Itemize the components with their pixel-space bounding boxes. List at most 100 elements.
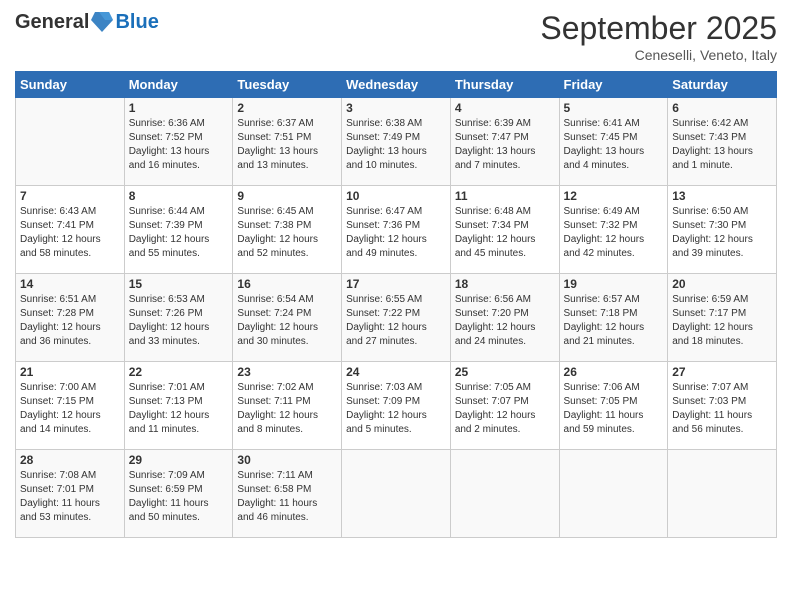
calendar-cell: 21 Sunrise: 7:00 AM Sunset: 7:15 PM Dayli… — [16, 362, 125, 450]
day-info: Sunrise: 6:41 AM Sunset: 7:45 PM Dayligh… — [564, 117, 664, 173]
calendar-cell: 28 Sunrise: 7:08 AM Sunset: 7:01 PM Dayli… — [16, 450, 125, 538]
day-number: 5 — [564, 101, 664, 115]
calendar-header-cell: Saturday — [668, 72, 777, 98]
calendar-cell — [450, 450, 559, 538]
logo: General Blue — [15, 10, 159, 34]
day-number: 14 — [20, 277, 120, 291]
calendar-cell: 5 Sunrise: 6:41 AM Sunset: 7:45 PM Daylig… — [559, 98, 668, 186]
day-number: 8 — [129, 189, 229, 203]
calendar-cell: 15 Sunrise: 6:53 AM Sunset: 7:26 PM Dayli… — [124, 274, 233, 362]
day-number: 18 — [455, 277, 555, 291]
calendar-week-row: 1 Sunrise: 6:36 AM Sunset: 7:52 PM Daylig… — [16, 98, 777, 186]
calendar-cell: 9 Sunrise: 6:45 AM Sunset: 7:38 PM Daylig… — [233, 186, 342, 274]
day-number: 9 — [237, 189, 337, 203]
calendar-cell — [342, 450, 451, 538]
calendar-cell: 24 Sunrise: 7:03 AM Sunset: 7:09 PM Dayli… — [342, 362, 451, 450]
day-info: Sunrise: 7:00 AM Sunset: 7:15 PM Dayligh… — [20, 381, 120, 437]
day-number: 27 — [672, 365, 772, 379]
day-info: Sunrise: 6:57 AM Sunset: 7:18 PM Dayligh… — [564, 293, 664, 349]
calendar-cell: 30 Sunrise: 7:11 AM Sunset: 6:58 PM Dayli… — [233, 450, 342, 538]
calendar-cell: 2Sunrise: 6:37 AM Sunset: 7:51 PM Daylig… — [233, 98, 342, 186]
page: General Blue September 2025 Ceneselli, V… — [0, 0, 792, 612]
calendar-header-cell: Wednesday — [342, 72, 451, 98]
location: Ceneselli, Veneto, Italy — [540, 47, 777, 63]
day-number: 6 — [672, 101, 772, 115]
calendar-cell: 14 Sunrise: 6:51 AM Sunset: 7:28 PM Dayli… — [16, 274, 125, 362]
day-info: Sunrise: 7:02 AM Sunset: 7:11 PM Dayligh… — [237, 381, 337, 437]
calendar-cell: 22Sunrise: 7:01 AM Sunset: 7:13 PM Dayli… — [124, 362, 233, 450]
day-info: Sunrise: 6:49 AM Sunset: 7:32 PM Dayligh… — [564, 205, 664, 261]
day-number: 17 — [346, 277, 446, 291]
day-number: 15 — [129, 277, 229, 291]
day-info: Sunrise: 6:50 AM Sunset: 7:30 PM Dayligh… — [672, 205, 772, 261]
day-number: 1 — [129, 101, 229, 115]
day-number: 4 — [455, 101, 555, 115]
calendar-header-cell: Friday — [559, 72, 668, 98]
calendar-cell: 1 Sunrise: 6:36 AM Sunset: 7:52 PM Daylig… — [124, 98, 233, 186]
day-number: 12 — [564, 189, 664, 203]
calendar-header-cell: Monday — [124, 72, 233, 98]
calendar-cell: 17 Sunrise: 6:55 AM Sunset: 7:22 PM Dayli… — [342, 274, 451, 362]
logo-general: General — [15, 11, 89, 34]
calendar-cell: 23 Sunrise: 7:02 AM Sunset: 7:11 PM Dayli… — [233, 362, 342, 450]
day-info: Sunrise: 6:51 AM Sunset: 7:28 PM Dayligh… — [20, 293, 120, 349]
day-info: Sunrise: 6:56 AM Sunset: 7:20 PM Dayligh… — [455, 293, 555, 349]
calendar-cell: 19Sunrise: 6:57 AM Sunset: 7:18 PM Dayli… — [559, 274, 668, 362]
calendar-table: SundayMondayTuesdayWednesdayThursdayFrid… — [15, 71, 777, 538]
day-number: 23 — [237, 365, 337, 379]
day-number: 25 — [455, 365, 555, 379]
calendar-cell: 27 Sunrise: 7:07 AM Sunset: 7:03 PM Dayli… — [668, 362, 777, 450]
calendar-header-row: SundayMondayTuesdayWednesdayThursdayFrid… — [16, 72, 777, 98]
day-info: Sunrise: 7:06 AM Sunset: 7:05 PM Dayligh… — [564, 381, 664, 437]
day-number: 24 — [346, 365, 446, 379]
day-number: 26 — [564, 365, 664, 379]
calendar-cell: 10 Sunrise: 6:47 AM Sunset: 7:36 PM Dayli… — [342, 186, 451, 274]
day-info: Sunrise: 6:53 AM Sunset: 7:26 PM Dayligh… — [129, 293, 229, 349]
calendar-cell: 12 Sunrise: 6:49 AM Sunset: 7:32 PM Dayli… — [559, 186, 668, 274]
day-info: Sunrise: 6:45 AM Sunset: 7:38 PM Dayligh… — [237, 205, 337, 261]
day-number: 10 — [346, 189, 446, 203]
day-info: Sunrise: 6:47 AM Sunset: 7:36 PM Dayligh… — [346, 205, 446, 261]
day-info: Sunrise: 7:03 AM Sunset: 7:09 PM Dayligh… — [346, 381, 446, 437]
day-info: Sunrise: 7:08 AM Sunset: 7:01 PM Dayligh… — [20, 469, 120, 525]
day-number: 20 — [672, 277, 772, 291]
calendar-cell — [668, 450, 777, 538]
day-number: 7 — [20, 189, 120, 203]
calendar-week-row: 28 Sunrise: 7:08 AM Sunset: 7:01 PM Dayli… — [16, 450, 777, 538]
header: General Blue September 2025 Ceneselli, V… — [15, 10, 777, 63]
day-info: Sunrise: 7:05 AM Sunset: 7:07 PM Dayligh… — [455, 381, 555, 437]
calendar-week-row: 21 Sunrise: 7:00 AM Sunset: 7:15 PM Dayli… — [16, 362, 777, 450]
day-info: Sunrise: 6:37 AM Sunset: 7:51 PM Dayligh… — [237, 117, 337, 173]
day-info: Sunrise: 6:42 AM Sunset: 7:43 PM Dayligh… — [672, 117, 772, 173]
day-info: Sunrise: 6:59 AM Sunset: 7:17 PM Dayligh… — [672, 293, 772, 349]
calendar-header-cell: Tuesday — [233, 72, 342, 98]
calendar-cell — [16, 98, 125, 186]
day-info: Sunrise: 7:11 AM Sunset: 6:58 PM Dayligh… — [237, 469, 337, 525]
day-info: Sunrise: 6:38 AM Sunset: 7:49 PM Dayligh… — [346, 117, 446, 173]
day-number: 21 — [20, 365, 120, 379]
day-info: Sunrise: 6:54 AM Sunset: 7:24 PM Dayligh… — [237, 293, 337, 349]
calendar-cell: 11Sunrise: 6:48 AM Sunset: 7:34 PM Dayli… — [450, 186, 559, 274]
calendar-cell: 29Sunrise: 7:09 AM Sunset: 6:59 PM Dayli… — [124, 450, 233, 538]
day-number: 28 — [20, 453, 120, 467]
day-info: Sunrise: 7:01 AM Sunset: 7:13 PM Dayligh… — [129, 381, 229, 437]
calendar-cell: 7 Sunrise: 6:43 AM Sunset: 7:41 PM Daylig… — [16, 186, 125, 274]
day-info: Sunrise: 6:36 AM Sunset: 7:52 PM Dayligh… — [129, 117, 229, 173]
calendar-cell: 3 Sunrise: 6:38 AM Sunset: 7:49 PM Daylig… — [342, 98, 451, 186]
logo-text: General Blue — [15, 10, 159, 34]
calendar-body: 1 Sunrise: 6:36 AM Sunset: 7:52 PM Daylig… — [16, 98, 777, 538]
day-number: 30 — [237, 453, 337, 467]
calendar-cell: 4Sunrise: 6:39 AM Sunset: 7:47 PM Daylig… — [450, 98, 559, 186]
day-info: Sunrise: 6:55 AM Sunset: 7:22 PM Dayligh… — [346, 293, 446, 349]
logo-icon — [91, 10, 113, 34]
calendar-cell — [559, 450, 668, 538]
day-info: Sunrise: 7:07 AM Sunset: 7:03 PM Dayligh… — [672, 381, 772, 437]
calendar-header-cell: Sunday — [16, 72, 125, 98]
day-info: Sunrise: 6:48 AM Sunset: 7:34 PM Dayligh… — [455, 205, 555, 261]
calendar-cell: 18 Sunrise: 6:56 AM Sunset: 7:20 PM Dayli… — [450, 274, 559, 362]
calendar-cell: 16Sunrise: 6:54 AM Sunset: 7:24 PM Dayli… — [233, 274, 342, 362]
day-info: Sunrise: 7:09 AM Sunset: 6:59 PM Dayligh… — [129, 469, 229, 525]
day-number: 3 — [346, 101, 446, 115]
day-number: 13 — [672, 189, 772, 203]
day-info: Sunrise: 6:43 AM Sunset: 7:41 PM Dayligh… — [20, 205, 120, 261]
